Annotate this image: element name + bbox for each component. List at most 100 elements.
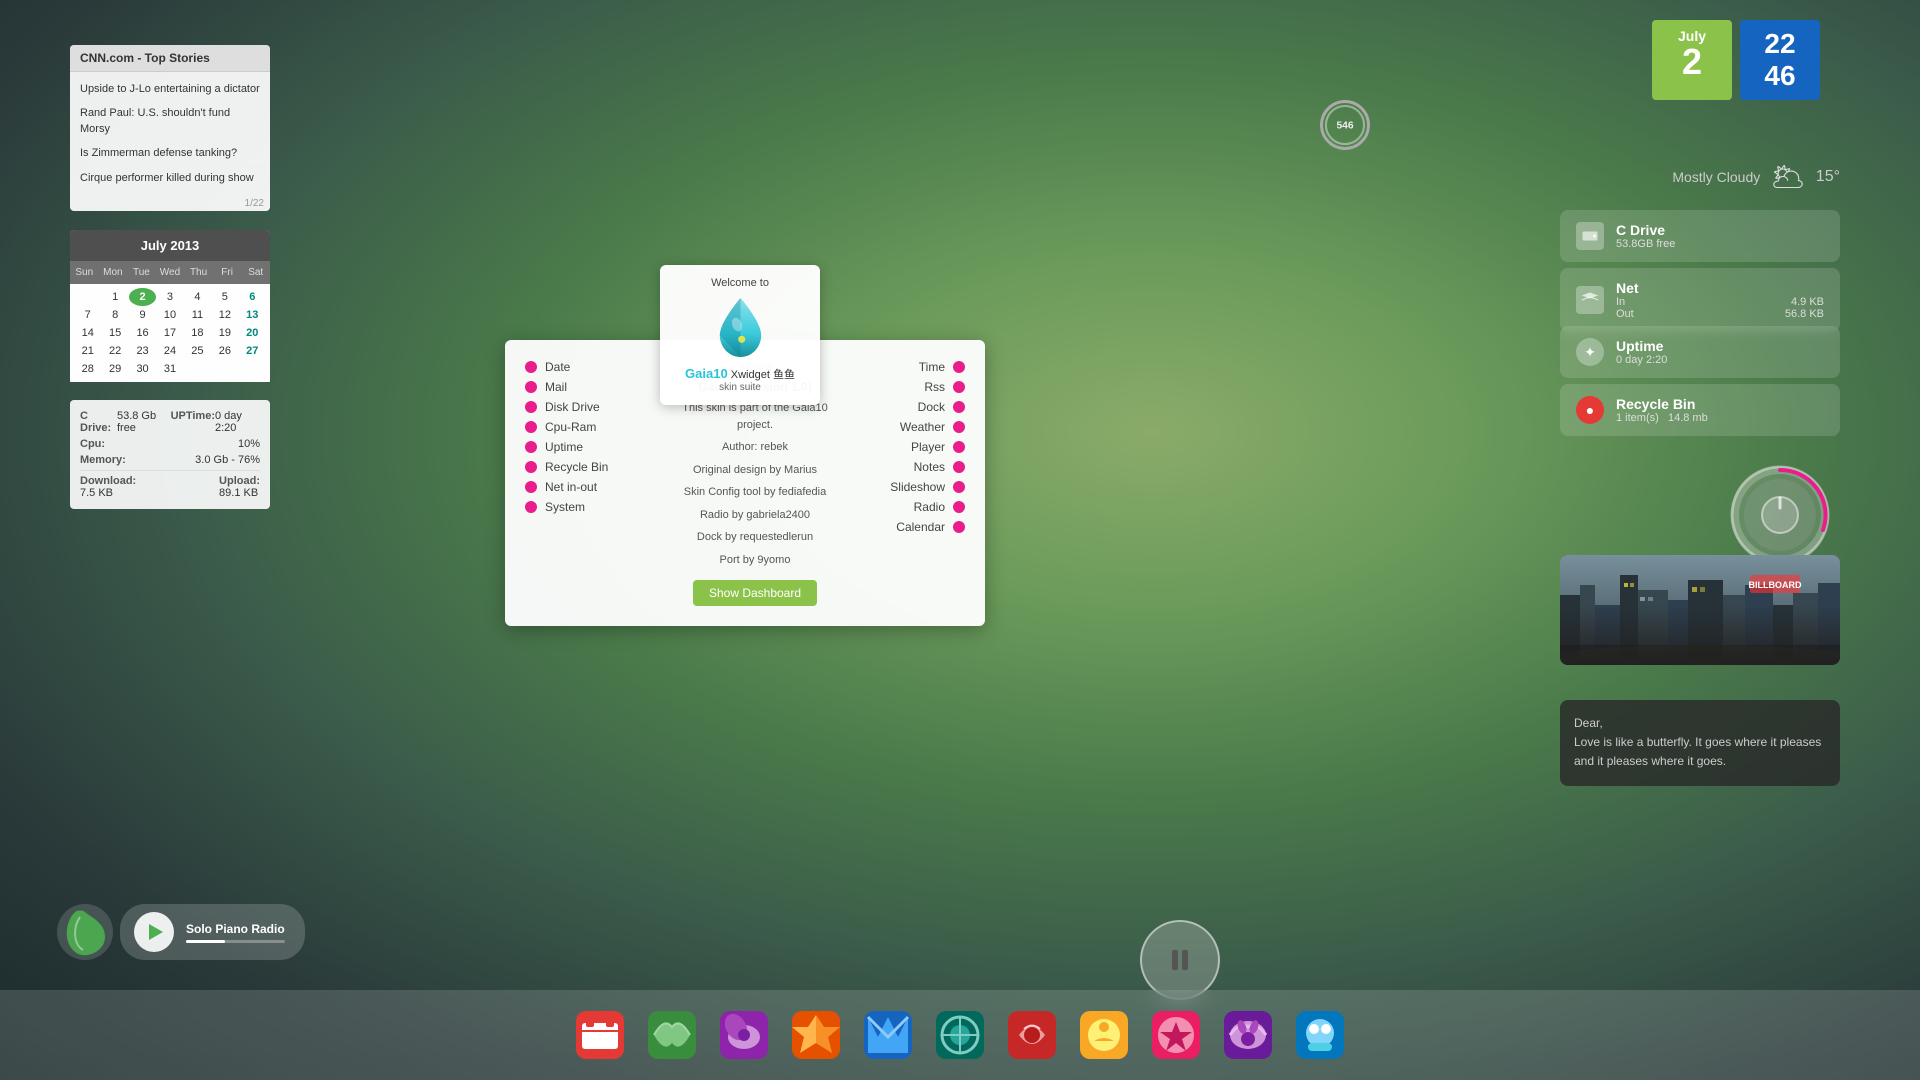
news-item-4[interactable]: Cirque performer killed during show xyxy=(76,167,264,190)
taskbar-icon-6[interactable] xyxy=(928,1003,992,1067)
photo-widget: BILLBOARD xyxy=(1560,555,1840,665)
sysinfo-dl-val: 7.5 KB xyxy=(80,487,136,499)
news-item-3[interactable]: Is Zimmerman defense tanking? xyxy=(76,142,264,166)
gaia-menu-net[interactable]: Net in-out xyxy=(525,480,655,494)
date-day: 2 xyxy=(1672,44,1712,80)
gaia-right-calendar[interactable]: Calendar xyxy=(896,520,965,534)
music-control-widget[interactable] xyxy=(1140,920,1220,1000)
recycle-icon: ● xyxy=(1576,396,1604,424)
net-title: Net xyxy=(1616,280,1824,296)
show-dashboard-button[interactable]: Show Dashboard xyxy=(693,580,817,606)
speed-circle: 546 xyxy=(1320,100,1370,150)
gaia-right-rss[interactable]: Rss xyxy=(924,380,965,394)
gaia-port: Port by 9yomo xyxy=(720,552,791,569)
uptime-value: 0 day 2:20 xyxy=(1616,354,1824,366)
music-player[interactable]: Solo Piano Radio xyxy=(65,904,305,960)
taskbar-icon-2[interactable] xyxy=(640,1003,704,1067)
music-title: Solo Piano Radio xyxy=(186,922,285,936)
gaia-left-menu: Date Mail Disk Drive Cpu-Ram Uptime Recy… xyxy=(525,360,655,606)
gaia-menu-diskdrive[interactable]: Disk Drive xyxy=(525,400,655,414)
sysinfo-cpu-label: Cpu: xyxy=(80,438,105,450)
gaia-menu-date[interactable]: Date xyxy=(525,360,655,374)
uptime-title: Uptime xyxy=(1616,338,1824,354)
gaia-right-time[interactable]: Time xyxy=(919,360,965,374)
svg-text:BILLBOARD: BILLBOARD xyxy=(1749,580,1802,590)
uptime-widget[interactable]: ✦ Uptime 0 day 2:20 xyxy=(1560,326,1840,378)
sysinfo-mem-label: Memory: xyxy=(80,454,126,466)
welcome-card[interactable]: Welcome to Gaia10 Xwidget 鱼鱼 skin suite xyxy=(660,265,820,405)
gaia-skin-config: Skin Config tool by fediafedia xyxy=(684,484,826,501)
calendar-widget[interactable]: July 2013 Sun Mon Tue Wed Thu Fri Sat 1 … xyxy=(70,230,270,382)
music-logo-icon xyxy=(55,902,115,962)
welcome-suite: skin suite xyxy=(672,382,808,393)
net-icon xyxy=(1576,286,1604,314)
gaia-right-weather[interactable]: Weather xyxy=(900,420,965,434)
gaia-right-notes[interactable]: Notes xyxy=(914,460,965,474)
gaia-menu-recycle[interactable]: Recycle Bin xyxy=(525,460,655,474)
gaia-right-player[interactable]: Player xyxy=(911,440,965,454)
news-widget[interactable]: CNN.com - Top Stories Upside to J-Lo ent… xyxy=(70,45,270,211)
taskbar xyxy=(0,990,1920,1080)
sysinfo-ul-val: 89.1 KB xyxy=(219,487,260,499)
sysinfo-cpu-val: 10% xyxy=(238,438,260,450)
sysinfo-uptime-val: 0 day 2:20 xyxy=(215,410,260,434)
sysinfo-widget: C Drive: 53.8 Gb free UPTime: 0 day 2:20… xyxy=(70,400,270,509)
music-play-button[interactable] xyxy=(134,912,174,952)
date-box[interactable]: July 2 xyxy=(1652,20,1732,100)
taskbar-icon-1[interactable] xyxy=(568,1003,632,1067)
news-footer: 1/22 xyxy=(70,196,270,211)
cdrive-icon xyxy=(1576,222,1604,250)
date-widget[interactable]: July 2 22 46 xyxy=(1652,20,1820,100)
sysinfo-cdrive-val: 53.8 Gb free xyxy=(117,410,171,434)
speed-widget: 546 xyxy=(1320,100,1370,150)
gaia-right-dock[interactable]: Dock xyxy=(918,400,965,414)
uptime-icon: ✦ xyxy=(1576,338,1604,366)
news-body: Upside to J-Lo entertaining a dictator R… xyxy=(70,72,270,196)
taskbar-icon-5[interactable] xyxy=(856,1003,920,1067)
sysinfo-cdrive-label: C Drive: xyxy=(80,410,117,434)
weather-widget: Mostly Cloudy 🌥 15° xyxy=(1672,160,1840,193)
gaia-menu-system[interactable]: System xyxy=(525,500,655,514)
sysinfo-uptime-label: UPTime: xyxy=(171,410,215,434)
net-in-value: 4.9 KB xyxy=(1791,296,1824,308)
sysinfo-ul-label: Upload: xyxy=(219,475,260,487)
taskbar-icon-9[interactable] xyxy=(1144,1003,1208,1067)
gaia-radio: Radio by gabriela2400 xyxy=(700,507,810,524)
net-widget[interactable]: Net In 4.9 KB Out 56.8 KB xyxy=(1560,268,1840,332)
taskbar-icon-7[interactable] xyxy=(1000,1003,1064,1067)
gaia-right-slideshow[interactable]: Slideshow xyxy=(890,480,965,494)
note-text: Dear, Love is like a butterfly. It goes … xyxy=(1574,714,1826,772)
net-out-value: 56.8 KB xyxy=(1785,308,1824,320)
taskbar-icon-10[interactable] xyxy=(1216,1003,1280,1067)
calendar-header: July 2013 xyxy=(70,230,270,261)
news-header: CNN.com - Top Stories xyxy=(70,45,270,72)
recycle-title: Recycle Bin xyxy=(1616,396,1824,412)
gaia-menu-mail[interactable]: Mail xyxy=(525,380,655,394)
welcome-card-title: Welcome to xyxy=(672,277,808,289)
net-out-label: Out xyxy=(1616,308,1634,320)
gaia-menu-uptime[interactable]: Uptime xyxy=(525,440,655,454)
weather-description: Mostly Cloudy xyxy=(1672,169,1760,185)
time-minutes: 46 xyxy=(1760,60,1800,92)
calendar-day-labels: Sun Mon Tue Wed Thu Fri Sat xyxy=(70,261,270,284)
cdrive-title: C Drive xyxy=(1616,222,1824,238)
news-item-1[interactable]: Upside to J-Lo entertaining a dictator xyxy=(76,78,264,102)
time-hours: 22 xyxy=(1760,28,1800,60)
gaia-menu-cpuram[interactable]: Cpu-Ram xyxy=(525,420,655,434)
taskbar-icon-4[interactable] xyxy=(784,1003,848,1067)
sysinfo-mem-val: 3.0 Gb - 76% xyxy=(195,454,260,466)
news-item-2[interactable]: Rand Paul: U.S. shouldn't fund Morsy xyxy=(76,102,264,142)
taskbar-icon-11[interactable] xyxy=(1288,1003,1352,1067)
taskbar-icon-8[interactable] xyxy=(1072,1003,1136,1067)
recycle-sub: 1 item(s) 14.8 mb xyxy=(1616,412,1824,424)
time-box[interactable]: 22 46 xyxy=(1740,20,1820,100)
welcome-brand: Gaia10 Xwidget 鱼鱼 xyxy=(672,366,808,382)
gaia-right-radio[interactable]: Radio xyxy=(914,500,965,514)
recycle-widget[interactable]: ● Recycle Bin 1 item(s) 14.8 mb xyxy=(1560,384,1840,436)
cdrive-widget[interactable]: C Drive 53.8GB free xyxy=(1560,210,1840,262)
note-widget: Dear, Love is like a butterfly. It goes … xyxy=(1560,700,1840,786)
calendar-grid: 1 2 3 4 5 6 7 8 9 10 11 12 13 14 15 16 1… xyxy=(70,284,270,382)
weather-icon: 🌥 xyxy=(1770,160,1806,193)
taskbar-icon-3[interactable] xyxy=(712,1003,776,1067)
gaia-original-design: Original design by Marius xyxy=(693,462,817,479)
